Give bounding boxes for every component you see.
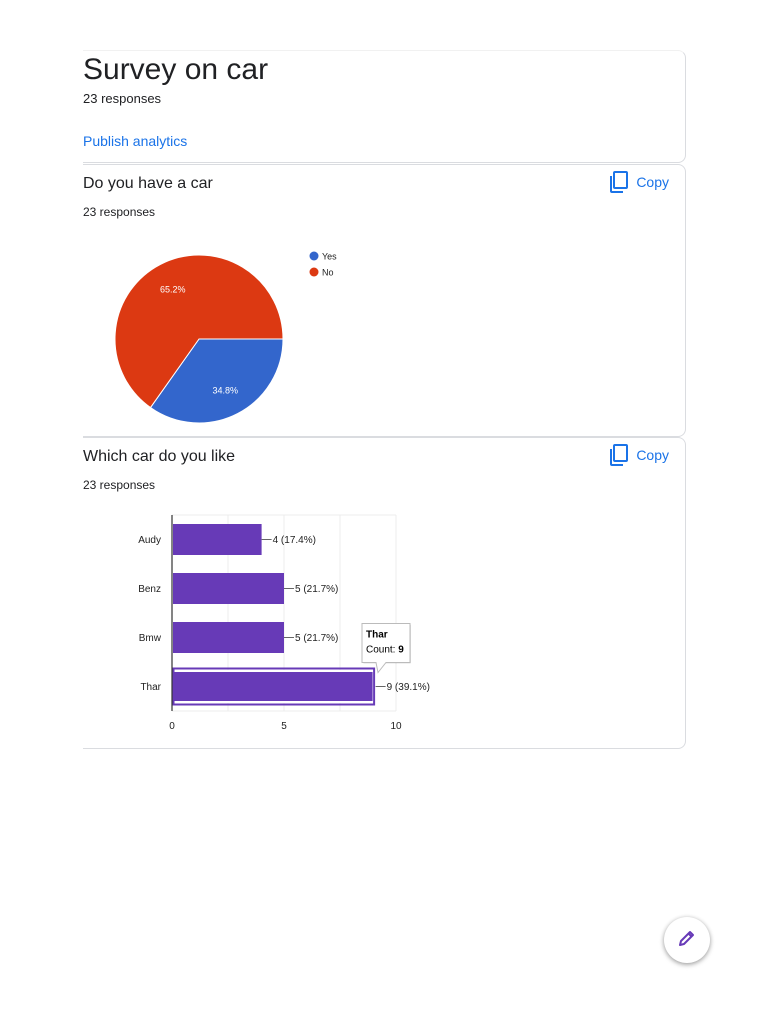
x-tick-label: 0	[169, 721, 175, 732]
tooltip-count: Count: 9	[366, 645, 404, 656]
edit-fab-button[interactable]	[664, 917, 710, 963]
legend-label-no: No	[322, 268, 334, 278]
category-label: Audy	[138, 535, 161, 546]
pencil-icon	[677, 928, 697, 953]
pie-chart: 34.8% 65.2% Yes No	[114, 251, 337, 424]
legend-swatch	[309, 251, 319, 261]
x-tick-label: 5	[281, 721, 287, 732]
data-label: 5 (21.7%)	[295, 584, 338, 595]
bar-chart: Audy 4 (17.4%) Benz 5 (21.7%) Bmw 5 (21.7%) Th…	[138, 514, 430, 732]
bar-tooltip: Thar Count: 9	[361, 623, 411, 674]
question-card-have-car: Do you have a car 23 responses Copy 34.8…	[83, 164, 686, 437]
bar-thar[interactable]	[172, 670, 375, 703]
survey-header-card: Survey on car 23 responses Publish analy…	[83, 50, 686, 163]
category-label: Thar	[140, 682, 161, 693]
question-card-which-car: Which car do you like 23 responses Copy …	[83, 437, 686, 749]
survey-title: Survey on car	[83, 53, 269, 86]
legend-swatch	[309, 267, 319, 277]
publish-analytics-link[interactable]: Publish analytics	[83, 133, 187, 149]
bar-benz[interactable]	[173, 573, 284, 604]
total-responses: 23 responses	[83, 91, 162, 106]
data-label: 5 (21.7%)	[295, 633, 338, 644]
data-label: 9 (39.1%)	[387, 682, 430, 693]
tooltip-title: Thar	[366, 630, 388, 641]
data-label: 4 (17.4%)	[273, 535, 316, 546]
category-label: Benz	[138, 584, 161, 595]
bar-audy[interactable]	[173, 524, 262, 555]
legend-label-yes: Yes	[322, 252, 337, 262]
category-label: Bmw	[139, 633, 162, 644]
pie-slice-label: 34.8%	[212, 386, 238, 396]
x-tick-label: 10	[390, 721, 402, 732]
pie-slice-label: 65.2%	[160, 284, 186, 294]
bar-bmw[interactable]	[173, 622, 284, 653]
